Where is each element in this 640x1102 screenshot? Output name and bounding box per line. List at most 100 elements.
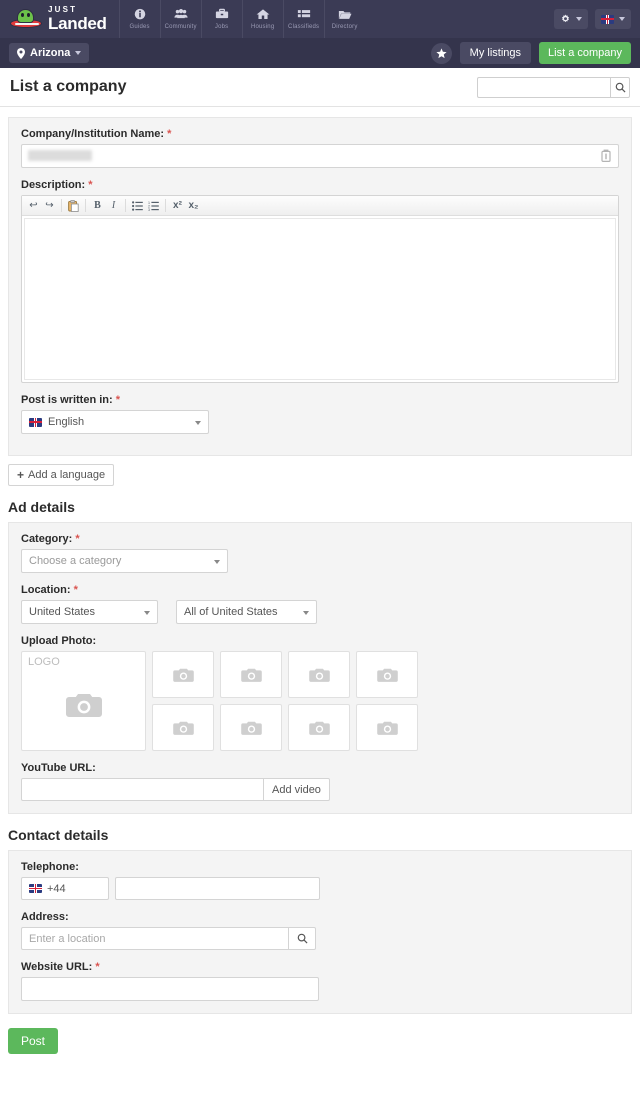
camera-icon xyxy=(308,721,330,735)
nav-item-guides[interactable]: Guides xyxy=(118,0,160,38)
youtube-input-row: Add video xyxy=(21,778,619,801)
nav-label-jobs: Jobs xyxy=(214,24,229,30)
contact-details-heading: Contact details xyxy=(8,827,109,843)
add-language-label: Add a language xyxy=(28,469,106,481)
chevron-down-icon xyxy=(75,51,82,55)
undo-icon[interactable]: ↩ xyxy=(26,198,41,214)
redacted-company-name-value xyxy=(28,150,92,161)
post-button[interactable]: Post xyxy=(8,1028,59,1054)
address-search-button[interactable] xyxy=(289,927,316,950)
camera-icon xyxy=(376,668,398,682)
telephone-input[interactable] xyxy=(115,877,320,900)
favorites-button[interactable] xyxy=(430,42,452,64)
camera-icon xyxy=(240,721,262,735)
website-field-group: Website URL: * xyxy=(21,961,619,1001)
photo-slot-row xyxy=(152,651,418,698)
photo-upload-slot[interactable] xyxy=(220,704,282,751)
camera-icon xyxy=(172,721,194,735)
post-language-field-group: Post is written in: * English xyxy=(21,394,619,434)
toolbar-divider xyxy=(85,199,86,212)
required-marker: * xyxy=(95,961,100,973)
location-label-text: Location: xyxy=(21,584,71,596)
country-value: United States xyxy=(29,606,96,618)
search-icon xyxy=(297,933,308,944)
category-value: Choose a category xyxy=(29,555,122,567)
nav-label-community: Community xyxy=(164,24,197,30)
youtube-field-group: YouTube URL: Add video xyxy=(21,762,619,801)
description-textarea[interactable] xyxy=(24,218,616,380)
bullet-list-icon[interactable] xyxy=(130,198,145,214)
chevron-down-icon xyxy=(576,17,582,21)
nav-item-housing[interactable]: Housing xyxy=(241,0,283,38)
telephone-label: Telephone: xyxy=(21,861,79,873)
search-button[interactable] xyxy=(610,76,630,98)
address-label: Address: xyxy=(21,911,69,923)
company-name-field-group: Company/Institution Name: * xyxy=(21,128,619,168)
add-video-button[interactable]: Add video xyxy=(264,778,330,801)
nav-item-community[interactable]: Community xyxy=(159,0,201,38)
chevron-down-icon xyxy=(195,421,201,425)
camera-icon xyxy=(308,668,330,682)
nav-item-classifieds[interactable]: Classifieds xyxy=(282,0,324,38)
add-language-button[interactable]: + Add a language xyxy=(8,464,115,486)
location-field-group: Location: * United States All of United … xyxy=(21,584,619,624)
briefcase-icon xyxy=(215,8,228,19)
website-url-input[interactable] xyxy=(21,977,319,1001)
upload-photo-label: Upload Photo: xyxy=(21,635,97,647)
category-field-group: Category: * Choose a category xyxy=(21,533,619,573)
subscript-icon[interactable]: x₂ xyxy=(186,198,201,214)
redo-icon[interactable]: ↪ xyxy=(42,198,57,214)
company-details-panel: Company/Institution Name: * Description:… xyxy=(8,117,632,456)
logo-upload-box[interactable]: LOGO xyxy=(21,651,146,751)
toolbar-divider xyxy=(61,199,62,212)
photo-upload-slot[interactable] xyxy=(356,651,418,698)
submit-row: Post xyxy=(0,1014,640,1054)
photo-upload-slot[interactable] xyxy=(220,651,282,698)
photo-upload-slot[interactable] xyxy=(152,704,214,751)
paste-icon[interactable] xyxy=(66,198,81,214)
italic-icon[interactable]: I xyxy=(106,198,121,214)
dial-code-select[interactable]: +44 xyxy=(21,877,109,900)
nav-label-housing: Housing xyxy=(250,24,275,30)
photo-upload-slot[interactable] xyxy=(288,704,350,751)
my-listings-button[interactable]: My listings xyxy=(459,42,532,64)
nav-item-directory[interactable]: Directory xyxy=(323,0,365,38)
region-value: All of United States xyxy=(184,606,278,618)
photo-upload-slot[interactable] xyxy=(356,704,418,751)
photo-upload-slot[interactable] xyxy=(152,651,214,698)
region-select[interactable]: All of United States xyxy=(176,600,317,624)
numbered-list-icon[interactable]: 1 2 3 xyxy=(146,198,161,214)
toolbar-divider xyxy=(125,199,126,212)
site-logo[interactable]: JUST Landed xyxy=(0,0,119,38)
post-language-select[interactable]: English xyxy=(21,410,209,434)
camera-icon xyxy=(172,668,194,682)
photo-slot-columns xyxy=(152,651,418,751)
country-select[interactable]: United States xyxy=(21,600,158,624)
list-a-company-button[interactable]: List a company xyxy=(539,42,631,64)
house-icon xyxy=(256,9,270,20)
upload-photo-field-group: Upload Photo: LOGO xyxy=(21,635,619,751)
telephone-field-group: Telephone: +44 xyxy=(21,861,619,900)
rich-text-editor: ↩ ↪ B I 1 2 3 x² x₂ xyxy=(21,195,619,383)
bold-icon[interactable]: B xyxy=(90,198,105,214)
youtube-label: YouTube URL: xyxy=(21,762,96,774)
superscript-icon[interactable]: x² xyxy=(170,198,185,214)
category-select[interactable]: Choose a category xyxy=(21,549,228,573)
search-input[interactable] xyxy=(477,76,610,98)
contact-details-panel: Telephone: +44 Address: Website URL: xyxy=(8,850,632,1014)
required-marker: * xyxy=(75,533,80,545)
camera-icon xyxy=(376,721,398,735)
youtube-url-input[interactable] xyxy=(21,778,264,801)
company-name-input[interactable] xyxy=(21,144,619,168)
language-menu-button[interactable] xyxy=(595,9,631,29)
plus-icon: + xyxy=(17,468,25,482)
address-field-group: Address: xyxy=(21,911,619,950)
nav-label-classifieds: Classifieds xyxy=(288,24,320,30)
address-input[interactable] xyxy=(21,927,289,950)
settings-menu-button[interactable] xyxy=(554,9,588,29)
trash-icon[interactable] xyxy=(601,149,611,162)
location-selector[interactable]: Arizona xyxy=(9,43,90,63)
location-label: Location: * xyxy=(21,584,619,596)
nav-item-jobs[interactable]: Jobs xyxy=(200,0,242,38)
photo-upload-slot[interactable] xyxy=(288,651,350,698)
